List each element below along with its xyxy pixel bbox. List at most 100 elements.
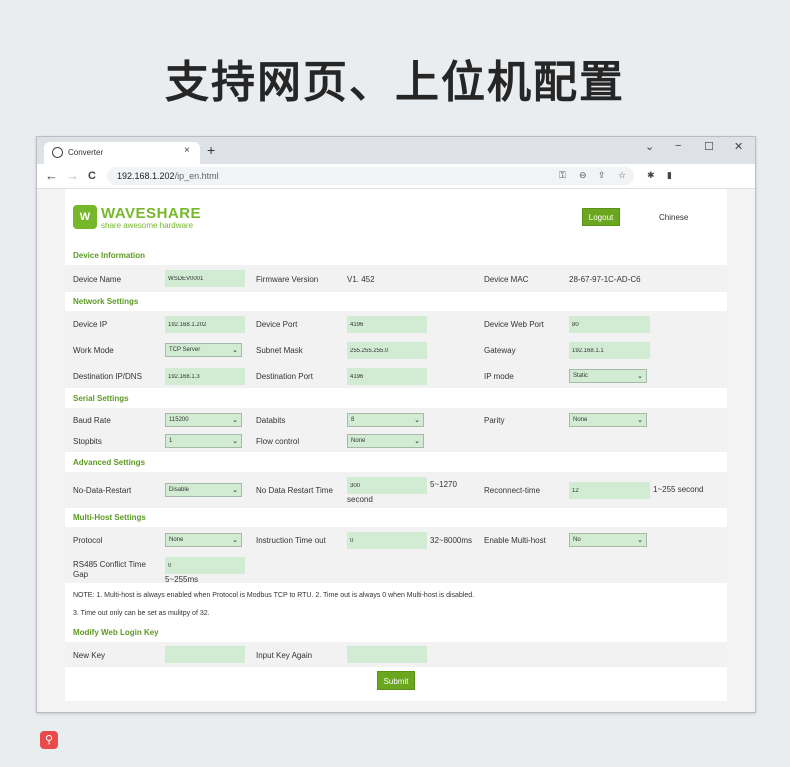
- device-ip-label: Device IP: [73, 320, 108, 329]
- firmware-value: V1. 452: [347, 275, 375, 284]
- ip-mode-select[interactable]: Static ⌄: [569, 369, 647, 383]
- device-name-input[interactable]: [165, 270, 245, 287]
- timeout-input[interactable]: [347, 532, 427, 549]
- globe-icon: [52, 147, 63, 158]
- url-text: 192.168.1.202/ip_en.html: [117, 171, 219, 181]
- device-port-label: Device Port: [256, 320, 298, 329]
- minimize-button[interactable]: −: [675, 140, 681, 152]
- search-icon[interactable]: ⚲: [40, 731, 58, 749]
- dest-ip-label: Destination IP/DNS: [73, 372, 142, 381]
- tab-strip: Converter × + ⌄ − ☐ ✕: [37, 137, 755, 164]
- protocol-value: None: [169, 537, 184, 543]
- parity-label: Parity: [484, 416, 505, 425]
- address-bar[interactable]: 192.168.1.202/ip_en.html ⚿ ⊖ ⇪ ☆: [107, 167, 634, 185]
- ip-mode-value: Static: [573, 373, 589, 379]
- section-title-login-key: Modify Web Login Key: [73, 628, 159, 637]
- multihost-note-2: 3. Time out only can be set as mulitpy o…: [73, 610, 210, 617]
- section-title-serial: Serial Settings: [73, 394, 129, 403]
- parity-select[interactable]: None ⌄: [569, 413, 647, 427]
- tab-search-icon[interactable]: ⌄: [645, 140, 654, 153]
- browser-toolbar: ← → C 192.168.1.202/ip_en.html ⚿ ⊖ ⇪ ☆ ✱…: [37, 164, 755, 189]
- subnet-input[interactable]: [347, 342, 427, 359]
- chevron-down-icon: ⌄: [637, 537, 643, 544]
- mac-value: 28-67-97-1C-AD-C6: [569, 275, 641, 284]
- share-icon[interactable]: ⇪: [598, 170, 606, 181]
- tab-converter[interactable]: Converter ×: [44, 142, 200, 164]
- stopbits-select[interactable]: 1 ⌄: [165, 434, 242, 448]
- new-tab-button[interactable]: +: [207, 142, 215, 158]
- dest-port-input[interactable]: [347, 368, 427, 385]
- chevron-down-icon: ⌄: [232, 438, 238, 445]
- page-viewport: W WAVESHARE share awesome hardware Logou…: [37, 189, 755, 749]
- multihost-note-1: NOTE: 1. Multi-host is always enabled wh…: [73, 592, 475, 599]
- key-again-input[interactable]: [347, 646, 427, 663]
- back-icon[interactable]: ←: [45, 168, 58, 183]
- ndr-time-range: 5~1270: [430, 480, 457, 489]
- baud-select[interactable]: 115200 ⌄: [165, 413, 242, 427]
- ndr-select[interactable]: Disable ⌄: [165, 483, 242, 497]
- logout-button[interactable]: Logout: [582, 208, 620, 226]
- dest-ip-input[interactable]: [165, 368, 245, 385]
- chevron-down-icon: ⌄: [232, 537, 238, 544]
- key-icon[interactable]: ⚿: [559, 170, 566, 181]
- work-mode-value: TCP Server: [169, 347, 201, 353]
- promo-headline: 支持网页、上位机配置: [165, 57, 625, 108]
- chevron-down-icon: ⌄: [637, 417, 643, 424]
- extensions-icon[interactable]: ✱: [647, 170, 655, 181]
- enable-multihost-select[interactable]: No ⌄: [569, 533, 647, 547]
- stopbits-label: Stopbits: [73, 437, 102, 446]
- device-name-label: Device Name: [73, 275, 122, 284]
- new-key-input[interactable]: [165, 646, 245, 663]
- browser-window: Converter × + ⌄ − ☐ ✕ ← → C 192.168.1.20…: [36, 136, 756, 749]
- logo-mark: W: [73, 205, 97, 229]
- device-port-input[interactable]: [347, 316, 427, 333]
- mac-label: Device MAC: [484, 275, 529, 284]
- ndr-time-input[interactable]: [347, 477, 427, 494]
- protocol-select[interactable]: None ⌄: [165, 533, 242, 547]
- baud-label: Baud Rate: [73, 416, 111, 425]
- maximize-button[interactable]: ☐: [704, 140, 714, 153]
- flow-value: None: [351, 438, 366, 444]
- gateway-label: Gateway: [484, 346, 516, 355]
- bookmark-star-icon[interactable]: ☆: [618, 170, 626, 181]
- section-title-network: Network Settings: [73, 297, 139, 306]
- work-mode-select[interactable]: TCP Server ⌄: [165, 343, 242, 357]
- timeout-label: Instruction Time out: [256, 536, 326, 545]
- reconnect-unit: 1~255 second: [653, 485, 704, 494]
- databits-value: 8: [351, 417, 355, 423]
- sidebar-icon[interactable]: ▮: [667, 170, 672, 181]
- web-port-label: Device Web Port: [484, 320, 544, 329]
- flow-label: Flow control: [256, 437, 300, 446]
- section-title-device-info: Device Information: [73, 251, 146, 260]
- gateway-input[interactable]: [569, 342, 650, 359]
- zoom-icon[interactable]: ⊖: [579, 170, 587, 181]
- firmware-label: Firmware Version: [256, 275, 319, 284]
- reload-icon[interactable]: C: [88, 170, 96, 182]
- device-ip-input[interactable]: [165, 316, 245, 333]
- chevron-down-icon: ⌄: [232, 417, 238, 424]
- chevron-down-icon: ⌄: [414, 417, 420, 424]
- stopbits-value: 1: [169, 438, 173, 444]
- databits-select[interactable]: 8 ⌄: [347, 413, 424, 427]
- close-tab-icon[interactable]: ×: [184, 145, 190, 156]
- key-again-label: Input Key Again: [256, 651, 313, 660]
- section-title-advanced: Advanced Settings: [73, 458, 146, 467]
- enable-multihost-label: Enable Multi-host: [484, 536, 546, 545]
- subnet-label: Subnet Mask: [256, 346, 303, 355]
- submit-button[interactable]: Submit: [377, 671, 415, 690]
- language-link[interactable]: Chinese: [659, 213, 688, 222]
- close-window-button[interactable]: ✕: [734, 140, 743, 153]
- forward-icon[interactable]: →: [66, 168, 79, 183]
- reconnect-input[interactable]: [569, 482, 650, 499]
- conflict-gap-input[interactable]: [165, 557, 245, 574]
- conflict-gap-unit: 5~255ms: [165, 575, 199, 584]
- config-panel: W WAVESHARE share awesome hardware Logou…: [65, 189, 727, 701]
- web-port-input[interactable]: [569, 316, 650, 333]
- logo-wordmark: WAVESHARE: [101, 205, 202, 222]
- chevron-down-icon: ⌄: [414, 438, 420, 445]
- url-host: 192.168.1.202: [117, 171, 175, 181]
- chevron-down-icon: ⌄: [232, 347, 238, 354]
- chevron-down-icon: ⌄: [637, 373, 643, 380]
- section-title-multihost: Multi-Host Settings: [73, 513, 146, 522]
- flow-select[interactable]: None ⌄: [347, 434, 424, 448]
